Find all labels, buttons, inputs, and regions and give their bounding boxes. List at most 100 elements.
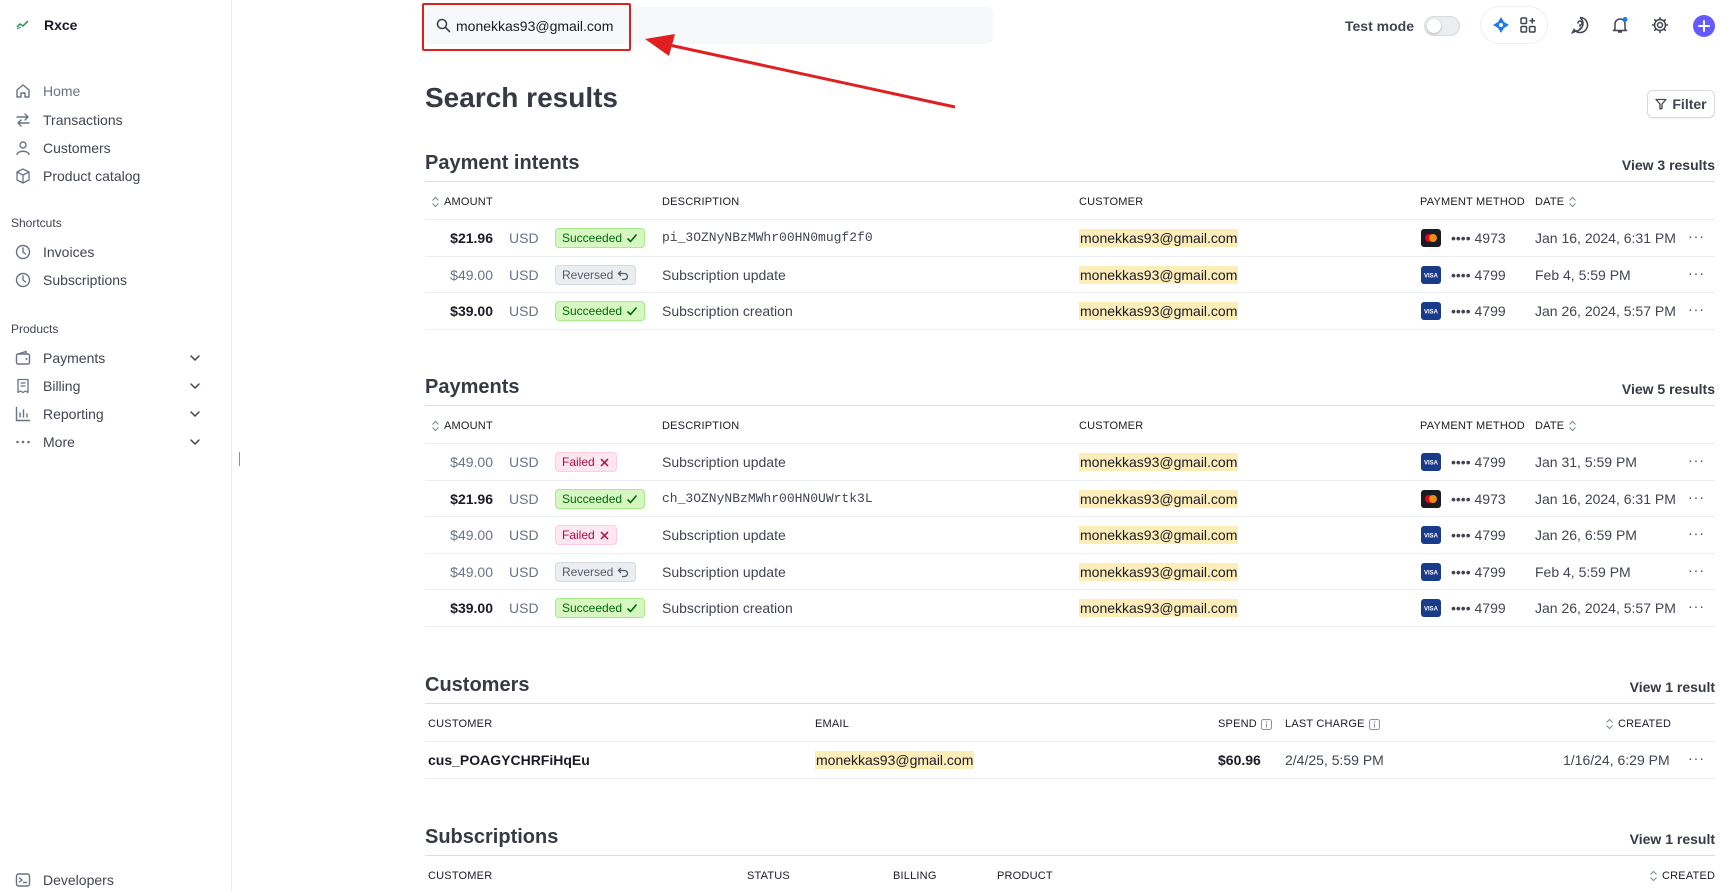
table-row[interactable]: $21.96 USD Succeeded pi_3OZNyNBzMWhr00HN… — [425, 220, 1715, 257]
table-row[interactable]: $39.00 USD Succeeded Subscription creati… — [425, 590, 1715, 627]
customer-email[interactable]: monekkas93@gmail.com — [1079, 265, 1239, 284]
chevron-down-icon[interactable] — [188, 435, 202, 449]
sort-icon — [432, 420, 439, 432]
row-actions-menu[interactable]: ··· — [1688, 562, 1705, 578]
column-label: PAYMENT METHOD — [1420, 420, 1525, 432]
sidebar-item-billing[interactable]: Billing — [14, 374, 214, 398]
notifications-bell-icon[interactable] — [1610, 15, 1630, 35]
sidebar-item-more[interactable]: More — [14, 430, 214, 454]
section-title: Payments — [425, 376, 520, 398]
test-mode-toggle[interactable] — [1423, 16, 1460, 36]
status-label: Succeeded — [562, 304, 623, 318]
search-bar[interactable] — [424, 7, 993, 44]
view-results-link[interactable]: View 1 result — [1630, 679, 1715, 695]
column-label: DATE — [1535, 196, 1565, 208]
column-header-customer: CUSTOMER — [1079, 420, 1143, 432]
settings-gear-icon[interactable] — [1650, 15, 1670, 35]
sidebar-item-invoices[interactable]: Invoices — [14, 240, 214, 264]
column-header-amount[interactable]: AMOUNT — [431, 420, 493, 432]
clock-icon — [14, 271, 32, 289]
column-label: CUSTOMER — [1079, 196, 1144, 208]
row-actions-menu[interactable]: ··· — [1688, 598, 1705, 614]
sidebar-item-developers[interactable]: Developers — [14, 868, 214, 892]
sidebar-item-subscriptions[interactable]: Subscriptions — [14, 268, 214, 292]
table-row[interactable]: $21.96 USD Succeeded ch_3OZNyNBzMWhr00HN… — [425, 481, 1715, 517]
row-actions-menu[interactable]: ··· — [1688, 750, 1705, 766]
customer-email[interactable]: monekkas93@gmail.com — [1079, 453, 1239, 471]
sidebar-item-label: Billing — [43, 378, 81, 394]
sidebar-item-label: Subscriptions — [43, 272, 128, 288]
apps-grid-icon[interactable] — [1519, 16, 1537, 34]
mastercard-icon — [1421, 489, 1441, 508]
status-badge: Failed — [555, 525, 617, 545]
customer-email[interactable]: monekkas93@gmail.com — [1079, 599, 1239, 617]
brand[interactable]: Rxce — [16, 17, 77, 33]
customer-email[interactable]: monekkas93@gmail.com — [1079, 489, 1239, 508]
assistant-sparkle-icon[interactable] — [1492, 16, 1510, 34]
sidebar-item-label: Developers — [43, 872, 114, 888]
chevron-down-icon[interactable] — [188, 351, 202, 365]
help-icon[interactable] — [1570, 15, 1590, 35]
table-row[interactable]: $49.00 USD Reversed Subscription update … — [425, 257, 1715, 293]
sidebar-item-reporting[interactable]: Reporting — [14, 402, 214, 426]
create-plus-button[interactable] — [1693, 15, 1715, 37]
sidebar-item-label: Invoices — [43, 244, 95, 260]
view-results-link[interactable]: View 3 results — [1622, 157, 1715, 173]
column-header-customer: CUSTOMER — [428, 870, 492, 882]
filter-label: Filter — [1672, 96, 1707, 112]
status-badge: Succeeded — [555, 488, 646, 509]
chevron-down-icon[interactable] — [188, 379, 202, 393]
info-icon[interactable] — [1260, 718, 1272, 730]
row-actions-menu[interactable]: ··· — [1688, 301, 1705, 317]
test-mode-control[interactable]: Test mode — [1345, 16, 1460, 36]
sidebar-item-home[interactable]: Home — [14, 79, 214, 103]
row-actions-menu[interactable]: ··· — [1688, 525, 1705, 541]
column-label: EMAIL — [815, 718, 850, 730]
chevron-down-icon[interactable] — [188, 407, 202, 421]
card-last4: •••• 4799 — [1451, 266, 1506, 283]
table-row[interactable]: cus_POAGYCHRFiHqEu monekkas93@gmail.com … — [425, 742, 1715, 779]
view-results-link[interactable]: View 5 results — [1622, 381, 1715, 397]
brand-name: Rxce — [44, 17, 78, 33]
sidebar-item-customers[interactable]: Customers — [14, 136, 214, 160]
customer-email[interactable]: monekkas93@gmail.com — [1079, 229, 1239, 247]
table-header: AMOUNT DESCRIPTION CUSTOMER PAYMENT METH… — [425, 406, 1715, 444]
filter-button[interactable]: Filter — [1647, 90, 1715, 118]
section-header: Customers View 1 result — [425, 666, 1715, 704]
page-title: Search results — [425, 82, 618, 113]
table-row[interactable]: $49.00 USD Failed Subscription update mo… — [425, 444, 1715, 481]
column-header-amount[interactable]: AMOUNT — [431, 196, 493, 208]
info-icon[interactable] — [1368, 718, 1380, 730]
customer-email[interactable]: monekkas93@gmail.com — [1079, 302, 1239, 320]
payments-section: Payments View 5 results AMOUNT DESCRIPTI… — [425, 368, 1715, 627]
customer-email[interactable]: monekkas93@gmail.com — [1079, 526, 1239, 544]
sidebar-item-payments[interactable]: Payments — [14, 346, 214, 370]
column-header-created[interactable]: CREATED — [1605, 718, 1671, 730]
column-header-date[interactable]: DATE — [1535, 420, 1577, 432]
svg-text:VISA: VISA — [1424, 273, 1438, 278]
column-header-description: DESCRIPTION — [662, 196, 739, 208]
sidebar-item-product-catalog[interactable]: Product catalog — [14, 164, 214, 188]
row-actions-menu[interactable]: ··· — [1688, 452, 1705, 468]
sort-icon — [1569, 420, 1577, 432]
table-row[interactable]: $49.00 USD Reversed Subscription update … — [425, 554, 1715, 590]
wallet-icon — [14, 349, 32, 367]
sidebar-item-label: Home — [43, 83, 81, 99]
svg-text:VISA: VISA — [1424, 461, 1438, 466]
table-row[interactable]: $49.00 USD Failed Subscription update mo… — [425, 517, 1715, 554]
sidebar-resize-handle[interactable] — [239, 452, 240, 466]
column-header-created[interactable]: CREATED — [1649, 870, 1715, 882]
row-actions-menu[interactable]: ··· — [1688, 265, 1705, 281]
row-actions-menu[interactable]: ··· — [1688, 489, 1705, 505]
table-row[interactable]: $39.00 USD Succeeded Subscription creati… — [425, 293, 1715, 330]
customer-email[interactable]: monekkas93@gmail.com — [1079, 562, 1239, 581]
column-header-date[interactable]: DATE — [1535, 196, 1577, 208]
row-actions-menu[interactable]: ··· — [1688, 228, 1705, 244]
column-header-last-charge: LAST CHARGE — [1285, 718, 1380, 730]
sidebar-item-transactions[interactable]: Transactions — [14, 108, 214, 132]
amount: $49.00 — [450, 527, 493, 543]
view-results-link[interactable]: View 1 result — [1630, 831, 1715, 847]
search-input[interactable] — [456, 14, 676, 38]
customer-email[interactable]: monekkas93@gmail.com — [815, 751, 975, 769]
svg-text:VISA: VISA — [1424, 570, 1438, 575]
